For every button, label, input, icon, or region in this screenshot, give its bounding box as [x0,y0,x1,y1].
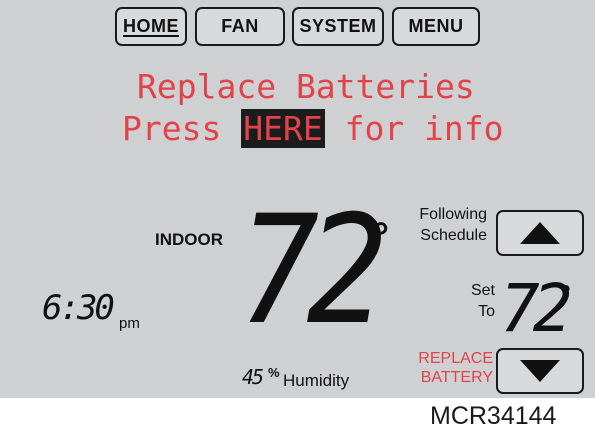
setpoint-temperature: 72 [500,270,573,347]
tab-fan-label: FAN [221,16,259,36]
indoor-temperature: 72 [238,184,388,358]
replace-battery-line2: BATTERY [420,369,493,387]
tab-system-label: SYSTEM [299,16,377,36]
info-prompt: Press HERE for info [122,109,504,148]
humidity-value: 45 [242,365,264,389]
indoor-degree-symbol: ° [373,215,389,259]
setpoint-degree-symbol: ° [561,281,571,308]
humidity-percent-sign: % [268,365,280,380]
info-prompt-suffix: for info [324,109,504,148]
temperature-up-button[interactable] [496,210,584,256]
here-button[interactable]: HERE [241,109,325,148]
thermostat-screen: HOME FAN SYSTEM MENU Replace Batteries P… [0,0,595,398]
schedule-status-line1: Following [419,206,487,223]
up-arrow-icon [520,222,560,244]
tab-home-label: HOME [123,16,179,36]
clock-time[interactable]: 6:30 [42,291,115,325]
set-to-label: Set To [449,281,495,323]
figure-caption: MCR34144 [430,402,557,430]
schedule-status-line2: Schedule [420,226,487,244]
tab-menu-label: MENU [408,16,464,36]
replace-battery-line1: REPLACE [418,350,493,367]
replace-battery-warning: REPLACE BATTERY [405,349,493,387]
schedule-status: Following Schedule [405,205,487,247]
humidity-label: Humidity [283,371,350,390]
tab-home[interactable]: HOME [115,7,187,46]
temperature-down-button[interactable] [496,348,584,394]
set-to-label-line2: To [478,302,495,320]
indoor-label: INDOOR [155,230,223,249]
info-prompt-prefix: Press [122,109,242,148]
tab-fan[interactable]: FAN [195,7,285,46]
battery-alert-message: Replace Batteries [137,67,475,106]
down-arrow-icon [520,360,560,382]
clock-ampm: pm [119,315,140,332]
set-to-label-line1: Set [470,282,495,299]
tab-system[interactable]: SYSTEM [292,7,384,46]
tab-menu[interactable]: MENU [392,7,480,46]
